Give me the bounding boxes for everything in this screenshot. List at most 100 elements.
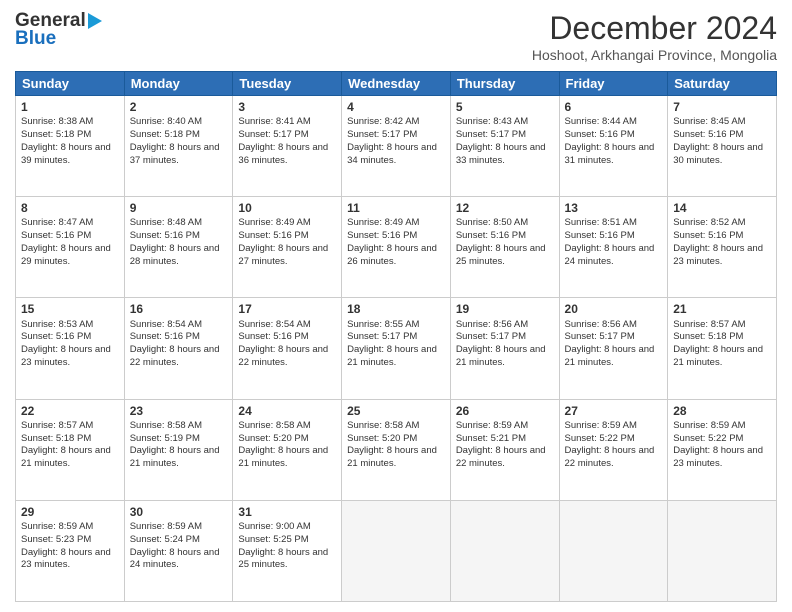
calendar-cell: 6Sunrise: 8:44 AMSunset: 5:16 PMDaylight… (559, 96, 668, 197)
logo: General Blue (15, 10, 102, 50)
calendar-row-1: 1Sunrise: 8:38 AMSunset: 5:18 PMDaylight… (16, 96, 777, 197)
daylight-label: Daylight: 8 hours and 24 minutes. (130, 547, 220, 571)
day-number: 10 (238, 200, 336, 216)
sunrise-label: Sunrise: 8:51 AM (565, 217, 637, 228)
day-number: 31 (238, 504, 336, 520)
daylight-label: Daylight: 8 hours and 33 minutes. (456, 142, 546, 166)
daylight-label: Daylight: 8 hours and 29 minutes. (21, 243, 111, 267)
day-number: 1 (21, 99, 119, 115)
daylight-label: Daylight: 8 hours and 23 minutes. (673, 445, 763, 469)
sunrise-label: Sunrise: 8:53 AM (21, 319, 93, 330)
day-number: 13 (565, 200, 663, 216)
day-number: 26 (456, 403, 554, 419)
daylight-label: Daylight: 8 hours and 23 minutes. (21, 344, 111, 368)
sunset-label: Sunset: 5:18 PM (673, 331, 743, 342)
sunset-label: Sunset: 5:17 PM (347, 331, 417, 342)
sunset-label: Sunset: 5:16 PM (21, 331, 91, 342)
sunrise-label: Sunrise: 8:57 AM (21, 420, 93, 431)
day-number: 24 (238, 403, 336, 419)
calendar-cell: 18Sunrise: 8:55 AMSunset: 5:17 PMDayligh… (342, 298, 451, 399)
col-tuesday: Tuesday (233, 72, 342, 96)
daylight-label: Daylight: 8 hours and 21 minutes. (130, 445, 220, 469)
sunset-label: Sunset: 5:16 PM (130, 230, 200, 241)
sunrise-label: Sunrise: 8:59 AM (565, 420, 637, 431)
sunset-label: Sunset: 5:17 PM (565, 331, 635, 342)
sunset-label: Sunset: 5:16 PM (565, 129, 635, 140)
calendar-cell: 23Sunrise: 8:58 AMSunset: 5:19 PMDayligh… (124, 399, 233, 500)
calendar-cell: 9Sunrise: 8:48 AMSunset: 5:16 PMDaylight… (124, 197, 233, 298)
calendar-cell: 5Sunrise: 8:43 AMSunset: 5:17 PMDaylight… (450, 96, 559, 197)
calendar-cell: 19Sunrise: 8:56 AMSunset: 5:17 PMDayligh… (450, 298, 559, 399)
sunrise-label: Sunrise: 8:59 AM (21, 521, 93, 532)
calendar-header-row: Sunday Monday Tuesday Wednesday Thursday… (16, 72, 777, 96)
sunrise-label: Sunrise: 8:59 AM (130, 521, 202, 532)
sunset-label: Sunset: 5:16 PM (565, 230, 635, 241)
daylight-label: Daylight: 8 hours and 34 minutes. (347, 142, 437, 166)
daylight-label: Daylight: 8 hours and 21 minutes. (565, 344, 655, 368)
sunrise-label: Sunrise: 8:57 AM (673, 319, 745, 330)
day-number: 4 (347, 99, 445, 115)
title-block: December 2024 Hoshoot, Arkhangai Provinc… (532, 10, 777, 63)
sunset-label: Sunset: 5:20 PM (238, 433, 308, 444)
sunrise-label: Sunrise: 8:59 AM (673, 420, 745, 431)
sunrise-label: Sunrise: 8:41 AM (238, 116, 310, 127)
sunset-label: Sunset: 5:16 PM (21, 230, 91, 241)
calendar-table: Sunday Monday Tuesday Wednesday Thursday… (15, 71, 777, 602)
calendar-cell: 1Sunrise: 8:38 AMSunset: 5:18 PMDaylight… (16, 96, 125, 197)
calendar-cell: 20Sunrise: 8:56 AMSunset: 5:17 PMDayligh… (559, 298, 668, 399)
sunset-label: Sunset: 5:17 PM (456, 331, 526, 342)
calendar-cell: 21Sunrise: 8:57 AMSunset: 5:18 PMDayligh… (668, 298, 777, 399)
calendar-cell: 25Sunrise: 8:58 AMSunset: 5:20 PMDayligh… (342, 399, 451, 500)
sunrise-label: Sunrise: 8:40 AM (130, 116, 202, 127)
calendar-row-4: 22Sunrise: 8:57 AMSunset: 5:18 PMDayligh… (16, 399, 777, 500)
daylight-label: Daylight: 8 hours and 31 minutes. (565, 142, 655, 166)
daylight-label: Daylight: 8 hours and 21 minutes. (456, 344, 546, 368)
sunrise-label: Sunrise: 8:55 AM (347, 319, 419, 330)
sunset-label: Sunset: 5:20 PM (347, 433, 417, 444)
day-number: 18 (347, 301, 445, 317)
day-number: 23 (130, 403, 228, 419)
day-number: 12 (456, 200, 554, 216)
calendar-cell: 8Sunrise: 8:47 AMSunset: 5:16 PMDaylight… (16, 197, 125, 298)
day-number: 21 (673, 301, 771, 317)
calendar-cell: 28Sunrise: 8:59 AMSunset: 5:22 PMDayligh… (668, 399, 777, 500)
calendar-cell (559, 500, 668, 601)
sunset-label: Sunset: 5:24 PM (130, 534, 200, 545)
calendar-cell: 15Sunrise: 8:53 AMSunset: 5:16 PMDayligh… (16, 298, 125, 399)
calendar-cell: 24Sunrise: 8:58 AMSunset: 5:20 PMDayligh… (233, 399, 342, 500)
sunrise-label: Sunrise: 8:49 AM (238, 217, 310, 228)
sunrise-label: Sunrise: 8:54 AM (238, 319, 310, 330)
calendar-cell: 2Sunrise: 8:40 AMSunset: 5:18 PMDaylight… (124, 96, 233, 197)
calendar-cell: 29Sunrise: 8:59 AMSunset: 5:23 PMDayligh… (16, 500, 125, 601)
sunset-label: Sunset: 5:22 PM (673, 433, 743, 444)
sunrise-label: Sunrise: 8:43 AM (456, 116, 528, 127)
daylight-label: Daylight: 8 hours and 21 minutes. (347, 445, 437, 469)
daylight-label: Daylight: 8 hours and 23 minutes. (673, 243, 763, 267)
sunset-label: Sunset: 5:22 PM (565, 433, 635, 444)
sunset-label: Sunset: 5:18 PM (21, 433, 91, 444)
logo-blue: Blue (15, 28, 56, 50)
calendar-cell (668, 500, 777, 601)
sunset-label: Sunset: 5:21 PM (456, 433, 526, 444)
sunset-label: Sunset: 5:18 PM (21, 129, 91, 140)
sunset-label: Sunset: 5:17 PM (456, 129, 526, 140)
day-number: 17 (238, 301, 336, 317)
calendar-cell: 10Sunrise: 8:49 AMSunset: 5:16 PMDayligh… (233, 197, 342, 298)
calendar-cell: 30Sunrise: 8:59 AMSunset: 5:24 PMDayligh… (124, 500, 233, 601)
sunset-label: Sunset: 5:16 PM (238, 230, 308, 241)
sunset-label: Sunset: 5:16 PM (673, 230, 743, 241)
daylight-label: Daylight: 8 hours and 22 minutes. (238, 344, 328, 368)
day-number: 9 (130, 200, 228, 216)
sunset-label: Sunset: 5:16 PM (456, 230, 526, 241)
sunrise-label: Sunrise: 8:44 AM (565, 116, 637, 127)
sunset-label: Sunset: 5:25 PM (238, 534, 308, 545)
sunset-label: Sunset: 5:18 PM (130, 129, 200, 140)
daylight-label: Daylight: 8 hours and 30 minutes. (673, 142, 763, 166)
sunset-label: Sunset: 5:16 PM (130, 331, 200, 342)
col-saturday: Saturday (668, 72, 777, 96)
month-title: December 2024 (532, 10, 777, 47)
calendar-cell: 11Sunrise: 8:49 AMSunset: 5:16 PMDayligh… (342, 197, 451, 298)
calendar-cell: 22Sunrise: 8:57 AMSunset: 5:18 PMDayligh… (16, 399, 125, 500)
day-number: 14 (673, 200, 771, 216)
daylight-label: Daylight: 8 hours and 36 minutes. (238, 142, 328, 166)
